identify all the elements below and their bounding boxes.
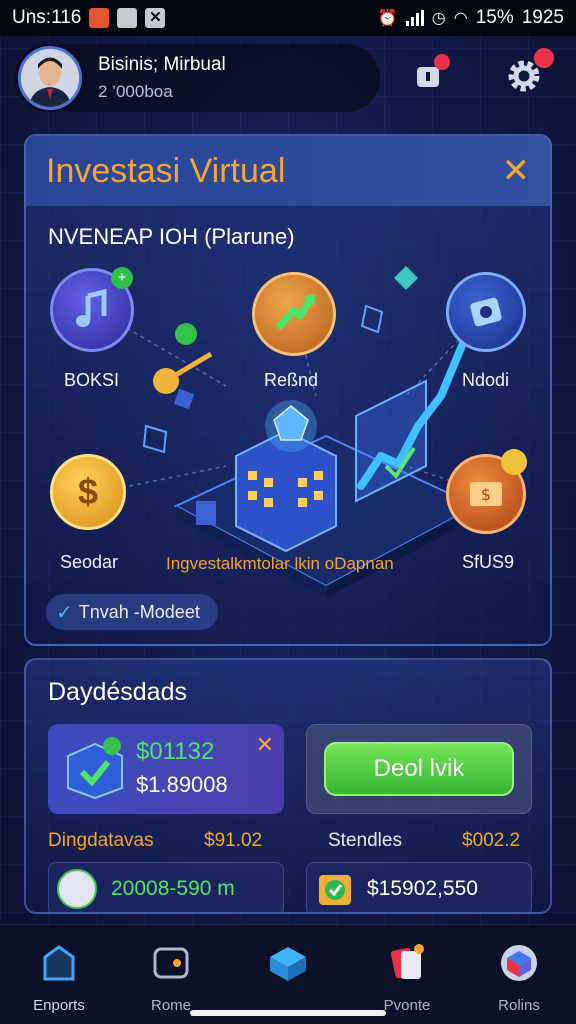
building-check-icon <box>67 737 123 800</box>
bottom-navigation: Enports Rome Pvonte Rolins <box>0 924 576 1024</box>
settings-button[interactable] <box>498 48 554 102</box>
node-boksi[interactable]: + <box>50 267 134 352</box>
history-tile-left[interactable]: 20008-590 m <box>48 862 284 912</box>
svg-text:$: $ <box>481 485 491 504</box>
virtual-investment-card: Investasi Virtual ✕ NVENEAP IOH (Plarune… <box>24 134 552 646</box>
plus-badge-icon: + <box>111 267 133 289</box>
node-label-boksi: BOKSI <box>64 370 120 390</box>
box-icon <box>270 947 306 981</box>
money-bill-icon: $ <box>470 482 502 506</box>
notification-dot <box>434 54 450 70</box>
user-avatar-icon <box>21 49 79 107</box>
profile-info: Bisinis; Mirbual 2 ’000boa <box>98 54 226 102</box>
row-value-right: $002.2 <box>462 830 521 851</box>
payments-card: Daydésdads $01132 $1.89008 ✕ Deol lvik D… <box>24 658 552 914</box>
node-label-sfus9: SfUS9 <box>462 552 515 572</box>
profile-name: Bisinis; Mirbual <box>98 54 226 75</box>
shield-check-icon <box>319 875 351 905</box>
status-carrier-text: Uns:116 <box>12 7 82 28</box>
node-ndodi[interactable] <box>446 272 526 352</box>
dismiss-tile-button[interactable]: ✕ <box>256 732 274 758</box>
avatar[interactable] <box>18 46 82 110</box>
status-bar: Uns:116 ✕ ⏰ ◷ ◠ 15% 1925 <box>0 0 576 36</box>
history-tile-right[interactable]: $15902,550 <box>306 862 532 912</box>
row-value-left: $91.02 <box>204 830 263 851</box>
node-label-ndodi: Ndodi <box>462 370 510 390</box>
node-label-refind: Reßnd <box>264 370 319 390</box>
dollar-coin-icon: $ <box>77 471 99 512</box>
cube-icon <box>501 945 537 981</box>
nav-item-box[interactable] <box>233 941 343 997</box>
gallery-icon <box>117 8 138 28</box>
history-value-left: 20008-590 m <box>111 877 235 900</box>
nav-item-pvonte[interactable]: Pvonte <box>352 941 462 1014</box>
time-text: 1925 <box>521 7 564 28</box>
wallet-icon <box>153 947 189 979</box>
close-notification-icon: ✕ <box>145 8 166 28</box>
status-right: ⏰ ◷ ◠ 15% 1925 <box>378 7 564 29</box>
music-note-icon <box>76 288 107 327</box>
settings-alert-dot <box>534 48 554 68</box>
row-label-right: Stendles <box>328 830 402 851</box>
payments-title: Daydésdads <box>48 678 187 706</box>
alarm-icon: ⏰ <box>377 10 398 27</box>
home-indicator[interactable] <box>190 1010 386 1016</box>
node-seodar[interactable]: $ <box>50 454 126 530</box>
action-tile: Deol lvik <box>306 724 532 814</box>
battery-text: 15% <box>475 7 514 28</box>
nav-label-enports: Enports <box>33 997 85 1014</box>
status-left: Uns:116 ✕ <box>12 7 166 29</box>
coin-badge-icon <box>501 449 527 475</box>
avatar <box>57 869 97 909</box>
node-sfus9[interactable]: $ <box>446 449 527 534</box>
shield-icon <box>470 297 502 327</box>
invest-mode-badge[interactable]: ✓ Tnvah -Modeet <box>46 594 218 630</box>
node-refind[interactable] <box>252 272 336 356</box>
checkmark-icon: ✓ <box>56 601 73 624</box>
payment-summary-tile[interactable]: $01132 $1.89008 ✕ <box>48 724 284 814</box>
nav-item-rome[interactable]: Rome <box>116 941 226 1014</box>
clock-icon: ◷ <box>431 10 446 27</box>
signal-icon <box>405 10 424 26</box>
home-icon <box>43 945 75 981</box>
wifi-icon: ◠ <box>453 10 468 27</box>
payment-amount-secondary: $1.89008 <box>136 772 228 797</box>
nav-item-enports[interactable]: Enports <box>4 941 114 1014</box>
growth-arrow-icon <box>275 294 316 331</box>
cards-icon <box>390 944 424 979</box>
invest-mode-label: Tnvah -Modeet <box>78 601 200 622</box>
payment-amount-primary: $01132 <box>136 738 215 765</box>
profile-balance: 2 ’000boa <box>98 82 173 101</box>
node-label-seodar: Seodar <box>60 552 119 572</box>
row-label-left: Dingdatavas <box>48 830 154 851</box>
notification-app-icon <box>89 8 110 28</box>
center-label: Ingvestalkmtolar lkin oDapnan <box>166 554 394 573</box>
profile-header[interactable]: Bisinis; Mirbual 2 ’000boa <box>14 44 380 112</box>
notification-button[interactable] <box>402 50 454 102</box>
nav-label-rolins: Rolins <box>498 997 540 1014</box>
primary-action-button[interactable]: Deol lvik <box>324 742 514 796</box>
nav-item-rolins[interactable]: Rolins <box>464 941 574 1014</box>
history-value-right: $15902,550 <box>367 877 478 900</box>
